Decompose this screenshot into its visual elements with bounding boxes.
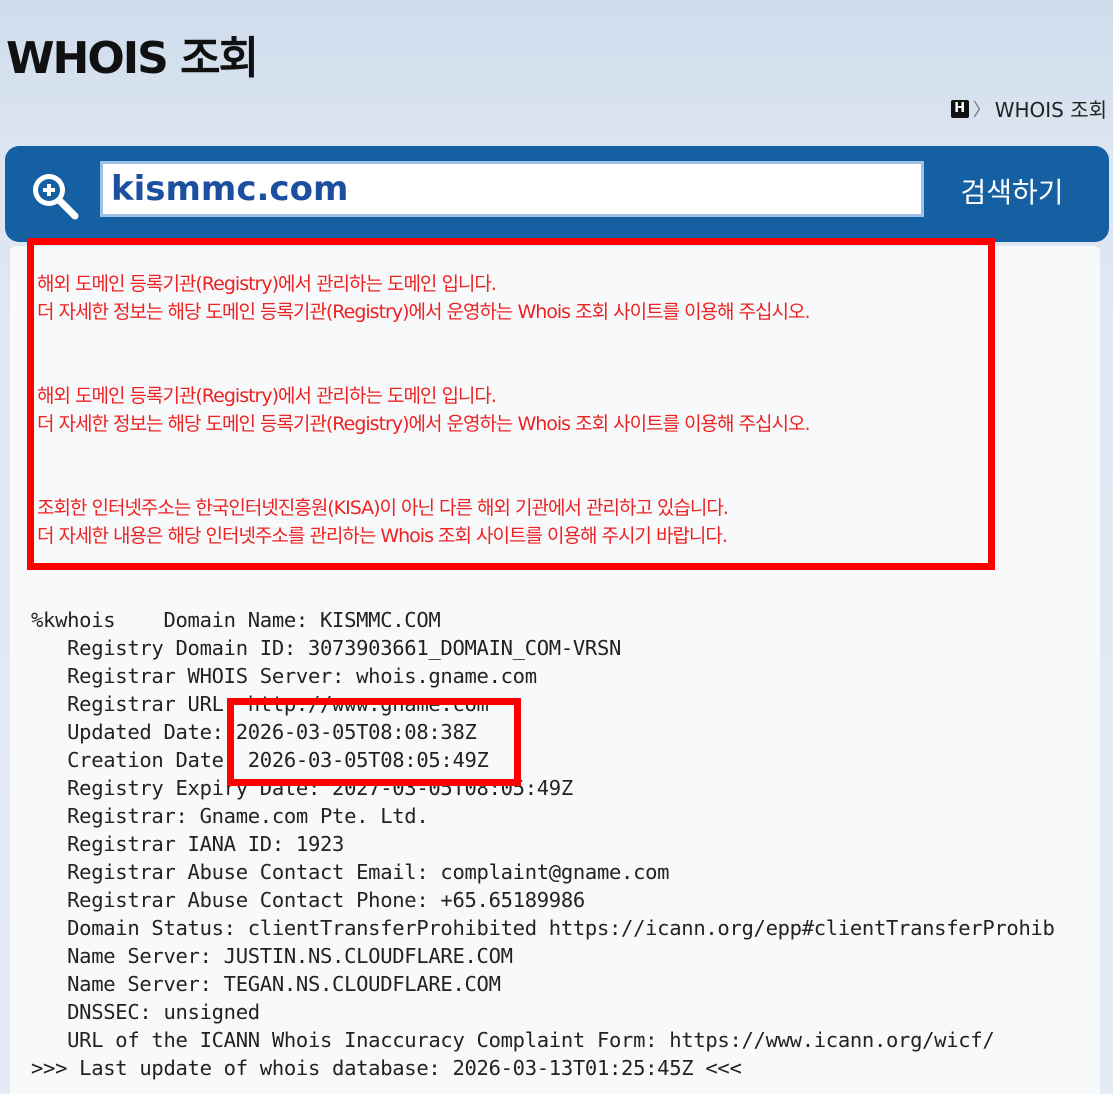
whois-output: %kwhois Domain Name: KISMMC.COM Registry… <box>31 606 1055 1082</box>
whois-line: Registrar WHOIS Server: whois.gname.com <box>31 664 537 688</box>
whois-line: DNSSEC: unsigned <box>31 1000 260 1024</box>
whois-line: Domain Status: clientTransferProhibited … <box>31 916 1055 940</box>
whois-line: Registrar: Gname.com Pte. Ltd. <box>31 804 429 828</box>
whois-line: %kwhois Domain Name: KISMMC.COM <box>31 608 441 632</box>
breadcrumb-separator: 〉 <box>972 99 991 121</box>
search-bar: 검색하기 <box>5 146 1109 242</box>
notice-highlight-box <box>27 238 995 570</box>
breadcrumb-current: WHOIS 조회 <box>994 98 1107 122</box>
home-icon[interactable]: H <box>950 99 969 118</box>
search-button[interactable]: 검색하기 <box>937 166 1087 216</box>
search-input[interactable] <box>100 161 924 217</box>
whois-line: Registry Domain ID: 3073903661_DOMAIN_CO… <box>31 636 622 660</box>
page-title: WHOIS 조회 <box>6 33 259 84</box>
whois-line: Registrar Abuse Contact Phone: +65.65189… <box>31 888 585 912</box>
whois-line: >>> Last update of whois database: 2026-… <box>31 1056 742 1080</box>
magnifier-plus-icon <box>33 174 79 220</box>
whois-line: Registrar Abuse Contact Email: complaint… <box>31 860 670 884</box>
whois-line: Name Server: TEGAN.NS.CLOUDFLARE.COM <box>31 972 501 996</box>
breadcrumb: H 〉 WHOIS 조회 <box>950 94 1107 123</box>
whois-line: Name Server: JUSTIN.NS.CLOUDFLARE.COM <box>31 944 513 968</box>
whois-line: URL of the ICANN Whois Inaccuracy Compla… <box>31 1028 995 1052</box>
dates-highlight-box <box>227 698 521 786</box>
whois-line: Registrar IANA ID: 1923 <box>31 832 345 856</box>
